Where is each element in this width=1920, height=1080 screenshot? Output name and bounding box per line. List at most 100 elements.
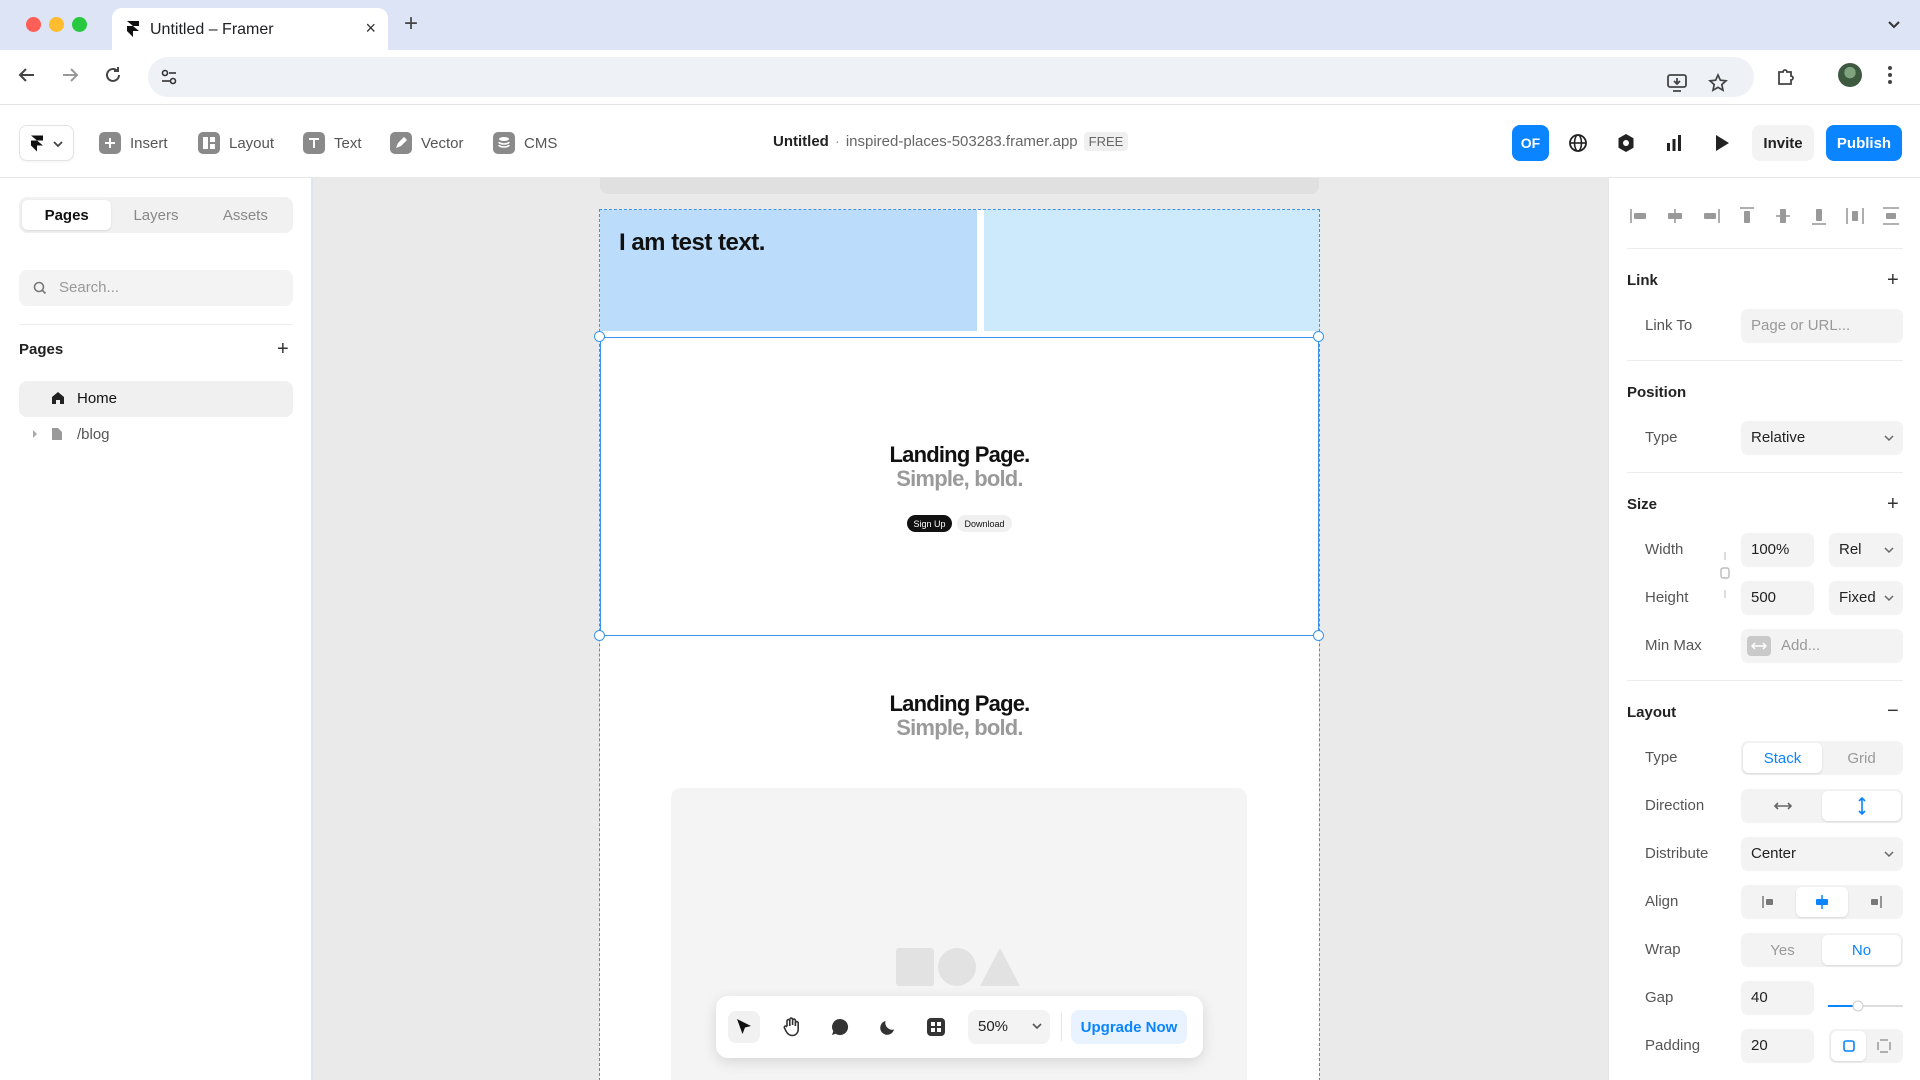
height-input[interactable]: 500	[1741, 581, 1814, 615]
globe-icon[interactable]	[1560, 125, 1596, 161]
dark-mode-moon-icon[interactable]	[872, 1011, 904, 1043]
back-arrow-icon[interactable]	[16, 64, 38, 86]
text-tool[interactable]: Text	[303, 131, 362, 155]
forward-arrow-icon[interactable]	[59, 64, 81, 86]
align-end-icon[interactable]	[1848, 887, 1901, 917]
sign-up-button[interactable]: Sign Up	[907, 515, 952, 532]
align-center-h-icon[interactable]	[1663, 204, 1687, 228]
preview-play-icon[interactable]	[1704, 125, 1740, 161]
resize-handle[interactable]	[594, 630, 605, 641]
distribute-select[interactable]: Center	[1741, 837, 1903, 871]
chrome-menu-icon[interactable]	[1887, 65, 1893, 85]
tab-layers[interactable]: Layers	[111, 200, 200, 230]
insert-tool[interactable]: Insert	[99, 131, 168, 155]
gap-input[interactable]: 40	[1741, 981, 1814, 1015]
align-bottom-icon[interactable]	[1807, 204, 1831, 228]
hero2-subtitle[interactable]: Simple, bold.	[600, 716, 1319, 740]
tab-assets[interactable]: Assets	[201, 200, 290, 230]
align-center-v-icon[interactable]	[1771, 204, 1795, 228]
page-item-home[interactable]: Home	[19, 381, 293, 417]
settings-icon[interactable]	[1608, 125, 1644, 161]
padding-input[interactable]: 20	[1741, 1029, 1814, 1063]
gap-slider[interactable]	[1828, 996, 1903, 1016]
stack-option[interactable]: Stack	[1743, 743, 1822, 773]
comment-icon[interactable]	[824, 1011, 856, 1043]
empty-cell[interactable]	[984, 210, 1319, 331]
width-unit-select[interactable]: Rel	[1829, 533, 1903, 567]
layout-tool[interactable]: Layout	[198, 131, 274, 155]
add-page-button[interactable]: +	[277, 339, 289, 359]
profile-avatar[interactable]	[1838, 63, 1862, 87]
user-avatar-button[interactable]: OF	[1512, 125, 1549, 161]
select-cursor-icon[interactable]	[728, 1011, 760, 1043]
new-tab-button[interactable]: +	[404, 12, 418, 36]
bookmark-star-icon[interactable]	[1708, 73, 1728, 93]
expand-caret-icon[interactable]	[32, 430, 38, 438]
extensions-puzzle-icon[interactable]	[1775, 65, 1797, 87]
hero2-title[interactable]: Landing Page.	[600, 692, 1319, 716]
apps-grid-icon[interactable]	[920, 1011, 952, 1043]
desktop-frame[interactable]: I am test text. Landing Page. Simple, bo…	[594, 209, 1324, 1080]
padding-uniform-icon[interactable]	[1831, 1031, 1866, 1061]
hero-subtitle[interactable]: Simple, bold.	[601, 467, 1318, 491]
test-text[interactable]: I am test text.	[619, 229, 765, 257]
resize-handle[interactable]	[594, 331, 605, 342]
aspect-lock-icon[interactable]	[1719, 550, 1731, 600]
wrap-no-option[interactable]: No	[1822, 935, 1901, 965]
height-value: 500	[1751, 589, 1777, 606]
install-app-icon[interactable]	[1666, 73, 1688, 93]
canvas[interactable]: I am test text. Landing Page. Simple, bo…	[313, 178, 1608, 1080]
align-top-icon[interactable]	[1735, 204, 1759, 228]
height-unit-select[interactable]: Fixed	[1829, 581, 1903, 615]
tab-search-chevron-icon[interactable]	[1886, 16, 1902, 32]
distribute-vertical-icon[interactable]	[1879, 204, 1903, 228]
vertical-arrows-icon[interactable]	[1822, 791, 1901, 821]
top-section[interactable]: I am test text.	[600, 210, 1319, 331]
reload-icon[interactable]	[102, 64, 124, 86]
zoom-select[interactable]: 50%	[968, 1010, 1050, 1044]
search-input[interactable]: Search...	[19, 270, 293, 306]
horizontal-arrows-icon[interactable]	[1743, 791, 1822, 821]
publish-button[interactable]: Publish	[1826, 125, 1902, 161]
tab-close-icon[interactable]: ×	[365, 19, 376, 37]
position-type-select[interactable]: Relative	[1741, 421, 1903, 455]
min-max-field[interactable]: Add...	[1741, 629, 1903, 663]
divider	[1627, 248, 1903, 249]
framer-menu-button[interactable]	[19, 125, 74, 161]
minimize-window-button[interactable]	[49, 17, 64, 32]
upgrade-now-button[interactable]: Upgrade Now	[1071, 1010, 1187, 1044]
vector-tool[interactable]: Vector	[390, 131, 464, 155]
breakpoint-header[interactable]	[600, 178, 1319, 194]
tab-pages[interactable]: Pages	[22, 200, 112, 230]
cms-tool[interactable]: CMS	[493, 131, 557, 155]
align-center-icon[interactable]	[1795, 887, 1849, 917]
add-link-button[interactable]: +	[1887, 270, 1899, 290]
close-window-button[interactable]	[26, 17, 41, 32]
remove-layout-button[interactable]: −	[1887, 701, 1899, 721]
grid-option[interactable]: Grid	[1822, 743, 1901, 773]
align-right-icon[interactable]	[1699, 204, 1723, 228]
resize-handle[interactable]	[1313, 331, 1324, 342]
text-cell[interactable]: I am test text.	[600, 210, 977, 331]
download-button[interactable]: Download	[957, 515, 1012, 532]
link-to-field[interactable]: Page or URL...	[1741, 309, 1903, 343]
maximize-window-button[interactable]	[72, 17, 87, 32]
site-settings-icon[interactable]	[160, 68, 178, 86]
wrap-yes-option[interactable]: Yes	[1743, 935, 1822, 965]
add-size-button[interactable]: +	[1887, 494, 1899, 514]
browser-tab[interactable]: Untitled – Framer ×	[112, 8, 388, 50]
analytics-icon[interactable]	[1656, 125, 1692, 161]
padding-individual-icon[interactable]	[1866, 1031, 1901, 1061]
align-left-icon[interactable]	[1627, 204, 1651, 228]
hand-icon[interactable]	[776, 1011, 808, 1043]
width-input[interactable]: 100%	[1741, 533, 1814, 567]
distribute-horizontal-icon[interactable]	[1843, 204, 1867, 228]
selected-hero-section[interactable]: Landing Page. Simple, bold. Sign Up Down…	[600, 337, 1319, 636]
invite-button[interactable]: Invite	[1752, 125, 1814, 161]
resize-handle[interactable]	[1313, 630, 1324, 641]
align-start-icon[interactable]	[1743, 887, 1796, 917]
page-item-blog[interactable]: /blog	[19, 417, 293, 453]
address-bar[interactable]	[148, 57, 1754, 97]
project-title[interactable]: Untitled · inspired-places-503283.framer…	[773, 132, 1129, 151]
hero-title[interactable]: Landing Page.	[601, 443, 1318, 467]
